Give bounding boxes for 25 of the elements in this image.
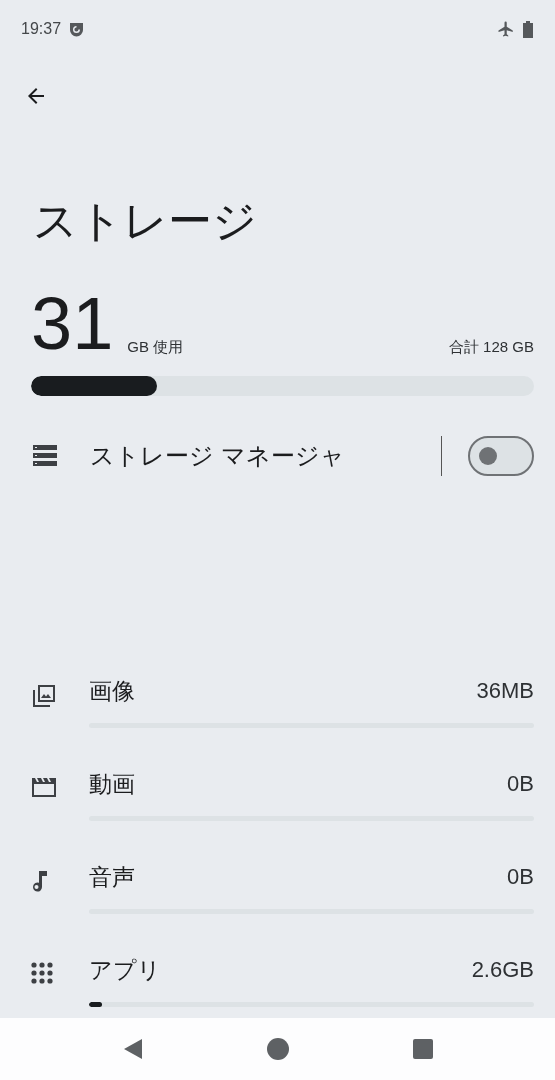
category-size: 36MB	[476, 677, 534, 705]
category-label: アプリ	[89, 956, 162, 985]
app-grid-icon	[31, 962, 53, 984]
category-size: 0B	[507, 863, 534, 891]
status-time: 19:37	[21, 20, 62, 38]
total-capacity: 合計 128 GB	[448, 338, 534, 357]
photo-library-icon	[31, 683, 57, 709]
category-label: 音声	[89, 863, 136, 892]
used-amount: 31	[31, 289, 114, 359]
home-nav-button[interactable]	[267, 1038, 290, 1060]
battery-icon	[523, 20, 533, 38]
clapperboard-icon	[31, 776, 57, 798]
category-label: 動画	[89, 770, 136, 799]
storage-icon	[33, 445, 57, 467]
category-size: 0B	[507, 770, 534, 798]
music-note-icon	[31, 869, 49, 893]
storage-manager-label: ストレージ マネージャ	[90, 441, 345, 471]
category-label: 画像	[89, 677, 136, 706]
airplane-icon	[497, 20, 515, 38]
recents-nav-button[interactable]	[413, 1039, 434, 1059]
category-size: 2.6GB	[471, 956, 534, 984]
notification-icon	[69, 21, 85, 37]
used-unit: GB 使用	[127, 338, 184, 357]
page-title: ストレージ	[33, 195, 258, 247]
storage-manager-toggle[interactable]	[468, 436, 534, 476]
